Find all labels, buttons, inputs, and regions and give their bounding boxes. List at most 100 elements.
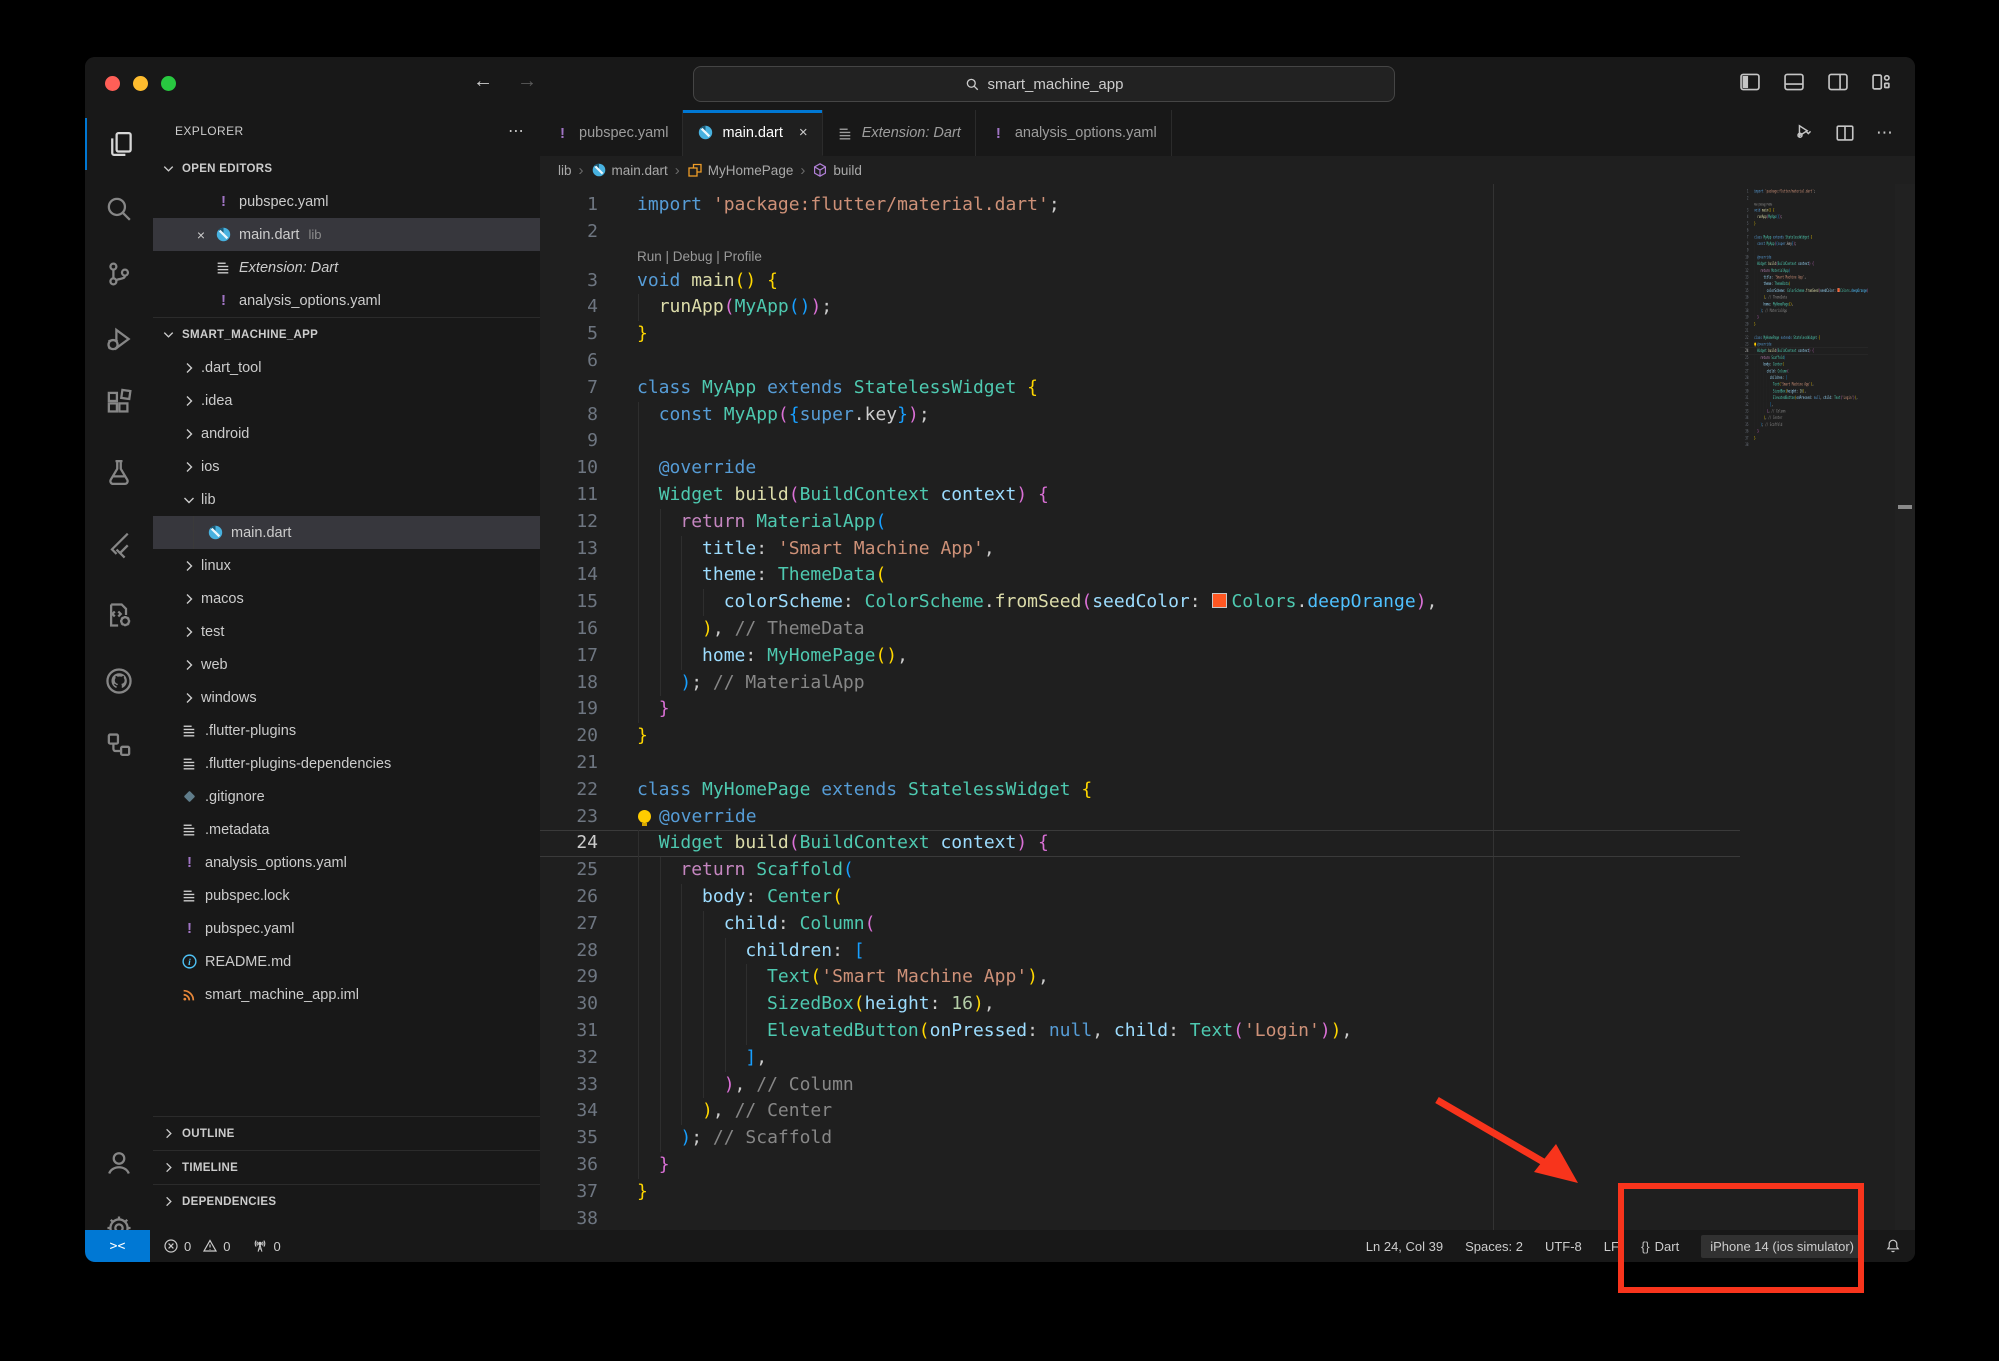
line-number[interactable]: 32 [1740,401,1748,408]
line-number[interactable]: 24 [540,830,598,857]
code-line-23[interactable]: 23@override [540,804,1915,831]
tree-item-android[interactable]: android [153,417,540,450]
tree-item-web[interactable]: web [153,648,540,681]
code-line-17[interactable]: 17 home: MyHomePage(), [540,643,1915,670]
breadcrumb-item-myhomepage[interactable]: MyHomePage [687,162,794,178]
line-number[interactable]: 14 [1740,281,1748,288]
device-selector[interactable]: iPhone 14 (ios simulator) [1701,1235,1863,1258]
line-number[interactable]: 35 [540,1125,598,1152]
tree-item-smart-machine-app-iml[interactable]: smart_machine_app.iml [153,978,540,1011]
code-line-16[interactable]: 16 ), // ThemeData [540,616,1915,643]
tree-item-macos[interactable]: macos [153,582,540,615]
code-line-36[interactable]: 36 } [540,1152,1915,1179]
line-number[interactable]: 2 [1740,195,1748,202]
line-number[interactable]: 21 [540,750,598,777]
line-number[interactable]: 9 [540,428,598,455]
line-number[interactable]: 15 [540,589,598,616]
project-section-header[interactable]: SMART_MACHINE_APP [153,317,540,351]
line-number[interactable]: 13 [1740,274,1748,281]
line-number[interactable]: 31 [540,1018,598,1045]
activity-bar-item-references[interactable] [85,718,153,770]
code-line-15[interactable]: 15 colorScheme: ColorScheme.fromSeed(see… [540,589,1915,616]
cursor-position-indicator[interactable]: Ln 24, Col 39 [1366,1239,1443,1254]
code-line-21[interactable]: 21 [540,750,1915,777]
code-line-31[interactable]: 31 ElevatedButton(onPressed: null, child… [540,1018,1915,1045]
line-number[interactable]: 30 [1740,388,1748,395]
line-number[interactable]: 16 [1740,294,1748,301]
forward-arrow-icon[interactable]: → [517,70,537,93]
more-editor-actions-button[interactable]: ⋯ [1875,123,1895,143]
tab-main-dart[interactable]: main.dart× [683,110,822,156]
line-number[interactable]: 29 [1740,381,1748,388]
code-line-4[interactable]: 4 runApp(MyApp()); [540,294,1915,321]
tree-item--dart-tool[interactable]: .dart_tool [153,351,540,384]
encoding-indicator[interactable]: UTF-8 [1545,1239,1582,1254]
ports-indicator[interactable]: 0 [252,1238,280,1254]
close-editor-icon[interactable]: × [193,227,209,243]
activity-bar-item-run-debug[interactable] [85,313,153,365]
command-center-search[interactable]: smart_machine_app [693,66,1395,102]
code-line-3[interactable]: 3void main() { [540,268,1915,295]
line-number[interactable]: 27 [540,911,598,938]
code-line-27[interactable]: 27 child: Column( [540,911,1915,938]
remote-indicator[interactable]: >< [85,1230,150,1262]
line-number[interactable]: 38 [1740,441,1748,448]
line-number[interactable]: 27 [1740,368,1748,375]
breadcrumb-item-build[interactable]: build [812,162,862,178]
toggle-primary-sidebar-icon[interactable] [1739,71,1761,93]
line-number[interactable]: 29 [540,964,598,991]
code-line-11[interactable]: 11 Widget build(BuildContext context) { [540,482,1915,509]
code-line-22[interactable]: 22class MyHomePage extends StatelessWidg… [540,777,1915,804]
line-number[interactable]: 10 [1740,254,1748,261]
activity-bar-item-search[interactable] [85,183,153,235]
minimap[interactable]: Run | Debug | Profile1import 'package:fl… [1740,186,1868,1226]
line-number[interactable]: 22 [540,777,598,804]
activity-bar-item-github[interactable] [85,655,153,707]
line-number[interactable]: 24 [1740,348,1748,355]
indentation-indicator[interactable]: Spaces: 2 [1465,1239,1523,1254]
line-number[interactable]: 36 [540,1152,598,1179]
toggle-secondary-sidebar-icon[interactable] [1827,71,1849,93]
code-line-32[interactable]: 32 ], [540,1045,1915,1072]
line-number[interactable]: 16 [540,616,598,643]
activity-bar-item-explorer[interactable] [85,118,155,170]
line-number[interactable]: 35 [1740,421,1748,428]
tab-extension-dart[interactable]: Extension: Dart [823,110,976,156]
line-number[interactable]: 37 [540,1179,598,1206]
code-line-2[interactable]: 2 [540,219,1915,246]
language-mode-indicator[interactable]: {} Dart [1641,1239,1679,1254]
open-editor-main-dart[interactable]: ×main.dartlib [153,218,540,251]
code-line-19[interactable]: 19 } [540,696,1915,723]
line-number[interactable]: 6 [540,348,598,375]
code-line-35[interactable]: 35 ); // Scaffold [540,1125,1915,1152]
notifications-bell[interactable] [1885,1238,1901,1254]
line-number[interactable]: 23 [540,804,598,831]
tree-item--metadata[interactable]: .metadata [153,813,540,846]
line-number[interactable]: 33 [540,1072,598,1099]
tree-item-lib[interactable]: lib [153,483,540,516]
line-number[interactable]: 3 [1740,207,1748,214]
tree-item-pubspec-yaml[interactable]: !pubspec.yaml [153,912,540,945]
tab-pubspec-yaml[interactable]: !pubspec.yaml [540,110,683,156]
tree-item-readme-md[interactable]: iREADME.md [153,945,540,978]
code-line-25[interactable]: 25 return Scaffold( [540,857,1915,884]
line-number[interactable]: 8 [540,402,598,429]
line-number[interactable]: 7 [540,375,598,402]
code-line-6[interactable]: 6 [540,348,1915,375]
code-line-20[interactable]: 20} [540,723,1915,750]
line-number[interactable]: 26 [1740,361,1748,368]
line-number[interactable]: 6 [1740,227,1748,234]
run-or-debug-button[interactable] [1795,123,1815,143]
line-number[interactable]: 38 [540,1206,598,1230]
line-number[interactable]: 25 [1740,354,1748,361]
line-number[interactable]: 1 [540,192,598,219]
sidebar-more-actions-icon[interactable]: ⋯ [508,121,526,141]
code-line-29[interactable]: 29 Text('Smart Machine App'), [540,964,1915,991]
code-line-13[interactable]: 13 title: 'Smart Machine App', [540,536,1915,563]
sidebar-section-outline[interactable]: OUTLINE [153,1116,540,1150]
activity-bar-item-testing[interactable] [85,446,153,498]
back-arrow-icon[interactable]: ← [473,70,493,93]
line-number[interactable]: 19 [540,696,598,723]
line-number[interactable]: 19 [1740,314,1748,321]
tree-item-linux[interactable]: linux [153,549,540,582]
